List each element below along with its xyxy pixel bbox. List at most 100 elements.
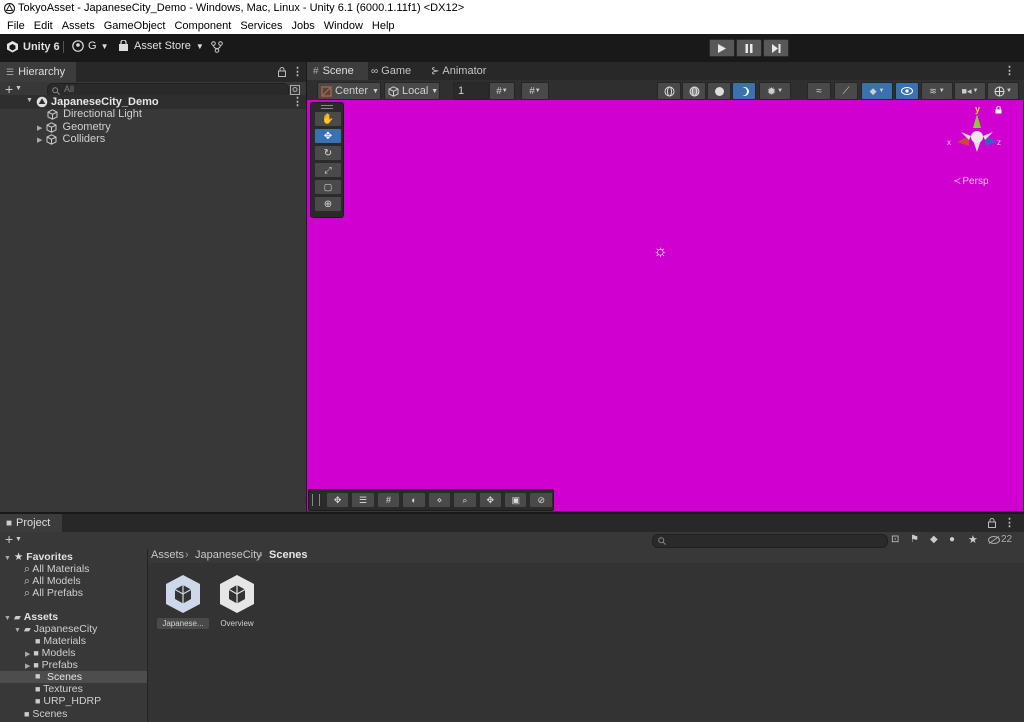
chevron-right-icon[interactable]: ▶ <box>37 137 42 144</box>
visibility-toggle-button[interactable] <box>895 82 919 100</box>
tab-game[interactable]: ∞ Game <box>367 62 415 80</box>
folder-textures[interactable]: ■ Textures <box>35 683 83 695</box>
orientation-gizmo[interactable]: y x z ≺ Persp <box>943 104 1019 194</box>
chevron-right-icon[interactable]: ▶ <box>37 125 42 132</box>
hierarchy-item-directional-light[interactable]: Directional Light <box>47 108 142 121</box>
tab-project[interactable]: ■ Project <box>0 514 62 532</box>
overlay-search-button[interactable]: ⌕ <box>453 492 477 508</box>
rect-tool-button[interactable]: ▢ <box>314 179 342 195</box>
version-control-icon[interactable] <box>211 41 223 53</box>
overlay-drag-handle[interactable] <box>312 494 320 506</box>
folder-root-scenes[interactable]: ■ Scenes <box>24 708 67 720</box>
lit-button[interactable] <box>732 82 756 100</box>
fx-toggle-button[interactable]: ⟋ <box>834 82 858 100</box>
project-search-input[interactable] <box>652 534 888 548</box>
tab-animator[interactable]: ⊱ Animator <box>427 62 490 80</box>
favorite-all-prefabs[interactable]: ⌕ All Prefabs <box>24 587 83 599</box>
gizmos-dropdown[interactable]: ▼ <box>987 82 1019 100</box>
grid-visibility-button[interactable]: # ▼ <box>521 82 549 100</box>
favorite-all-models[interactable]: ⌕ All Models <box>24 575 81 587</box>
lock-icon[interactable] <box>988 518 996 528</box>
info-icon[interactable]: ● <box>949 534 955 545</box>
folder-urp-hdrp[interactable]: ■ URP_HDRP <box>35 695 101 707</box>
grid-snap-button[interactable]: # ▼ <box>489 82 515 100</box>
breadcrumb-scenes[interactable]: Scenes <box>269 549 308 561</box>
assets-folder[interactable]: ▼ ▰ Assets <box>4 611 58 623</box>
space-dropdown[interactable]: Local ▼ <box>384 82 440 100</box>
search-filter-icon[interactable] <box>290 85 300 95</box>
folder-japanesecity[interactable]: ▼ ▰ JapaneseCity <box>14 623 97 635</box>
menu-jobs[interactable]: Jobs <box>292 20 315 32</box>
hierarchy-item-colliders[interactable]: ▶ Colliders <box>37 133 105 146</box>
filter-by-label-icon[interactable]: ◆ <box>930 534 938 545</box>
menu-gameobject[interactable]: GameObject <box>104 20 166 32</box>
step-button[interactable] <box>763 39 789 57</box>
lock-icon[interactable] <box>278 67 286 77</box>
breadcrumb-assets[interactable]: Assets <box>151 549 184 561</box>
shaded-wireframe-button[interactable] <box>682 82 706 100</box>
overlay-compass-button[interactable]: ⊘ <box>529 492 553 508</box>
sun-icon[interactable]: ☼ <box>653 243 668 261</box>
more-options-icon[interactable]: ⋮ <box>1004 516 1015 529</box>
add-icon[interactable]: + <box>5 531 13 547</box>
draw-mode-button[interactable] <box>657 82 681 100</box>
favorites-header[interactable]: ▼ ★ Favorites <box>4 551 73 563</box>
hidden-packages-toggle[interactable]: 22 <box>988 534 1012 545</box>
menu-services[interactable]: Services <box>240 20 282 32</box>
lock-icon[interactable] <box>995 106 1002 114</box>
pause-button[interactable] <box>736 39 762 57</box>
menu-window[interactable]: Window <box>324 20 363 32</box>
hierarchy-scene-row[interactable]: ▼ JapaneseCity_Demo ⋮ <box>0 95 306 109</box>
folder-models[interactable]: ▶ ■ Models <box>25 647 76 659</box>
favorite-star-icon[interactable]: ★ <box>968 533 978 546</box>
breadcrumb-japanesecity[interactable]: JapaneseCity <box>195 549 262 561</box>
camera-settings-dropdown[interactable]: ■◂ ▼ <box>954 82 986 100</box>
overlay-camera-button[interactable]: ▣ <box>504 492 528 508</box>
menu-component[interactable]: Component <box>174 20 231 32</box>
scene-visibility-button[interactable]: ◆ ▼ <box>861 82 893 100</box>
asset-store-button[interactable]: Asset Store ▼ <box>118 40 204 52</box>
filter-by-type-icon[interactable]: ⚑ <box>910 534 919 545</box>
more-options-icon[interactable]: ⋮ <box>1004 64 1015 77</box>
folder-scenes-selected[interactable]: ■ Scenes <box>0 671 147 683</box>
asset-scene-japanese[interactable]: Japanese... <box>157 573 209 629</box>
chevron-down-icon[interactable]: ▼ <box>15 536 22 543</box>
menu-edit[interactable]: Edit <box>34 20 53 32</box>
menu-help[interactable]: Help <box>372 20 395 32</box>
chevron-down-icon[interactable]: ▼ <box>26 97 33 104</box>
transform-tool-button[interactable]: ⊕ <box>314 196 342 212</box>
account-button[interactable]: G ▼ <box>72 40 108 52</box>
folder-prefabs[interactable]: ▶ ■ Prefabs <box>25 659 78 671</box>
tab-scene[interactable]: # Scene <box>307 62 368 80</box>
chevron-down-icon[interactable]: ▼ <box>15 85 22 92</box>
grid-size-input[interactable]: 1 <box>453 82 489 100</box>
menu-file[interactable]: File <box>7 20 25 32</box>
shaded-button[interactable] <box>707 82 731 100</box>
folder-materials[interactable]: ■ Materials <box>35 635 86 647</box>
asset-scene-overview[interactable]: Overview <box>211 573 263 629</box>
overlay-lighting-button[interactable]: ◐ <box>402 492 426 508</box>
scene-viewport[interactable]: ✋ ✥ ↻ ⤢ ▢ ⊕ ☼ y x z ≺ Persp ✥ ☰ # ◐ ⋄ ⌕ … <box>307 100 1023 511</box>
tab-hierarchy[interactable]: ☰ Hierarchy <box>0 62 76 82</box>
scale-tool-button[interactable]: ⤢ <box>314 162 342 178</box>
overlay-align-button[interactable]: ☰ <box>351 492 375 508</box>
hand-tool-button[interactable]: ✋ <box>314 111 342 127</box>
menu-assets[interactable]: Assets <box>62 20 95 32</box>
more-options-icon[interactable]: ⋮ <box>292 65 303 78</box>
move-tool-button[interactable]: ✥ <box>314 128 342 144</box>
more-options-icon[interactable]: ⋮ <box>292 95 303 108</box>
layers-dropdown[interactable]: ≋ ▼ <box>921 82 953 100</box>
overlay-navigation-button[interactable]: ⋄ <box>427 492 452 508</box>
projection-toggle[interactable]: ≺ Persp <box>953 176 989 187</box>
overlay-move-button[interactable]: ✥ <box>325 492 350 508</box>
unity-version-button[interactable]: Unity 6 <box>6 40 60 53</box>
audio-toggle-button[interactable]: ≈ <box>807 82 831 100</box>
overlay-grid-button[interactable]: # <box>376 492 401 508</box>
rotate-tool-button[interactable]: ↻ <box>314 145 342 161</box>
pivot-dropdown[interactable]: Center ▼ <box>317 82 381 100</box>
search-type-icon[interactable]: ⊡ <box>891 534 899 545</box>
favorite-all-materials[interactable]: ⌕ All Materials <box>24 563 89 575</box>
play-button[interactable] <box>709 39 735 57</box>
lighting-toggle-button[interactable]: ✹ ▼ <box>759 82 791 100</box>
overlay-pivot-button[interactable]: ✥ <box>478 492 503 508</box>
